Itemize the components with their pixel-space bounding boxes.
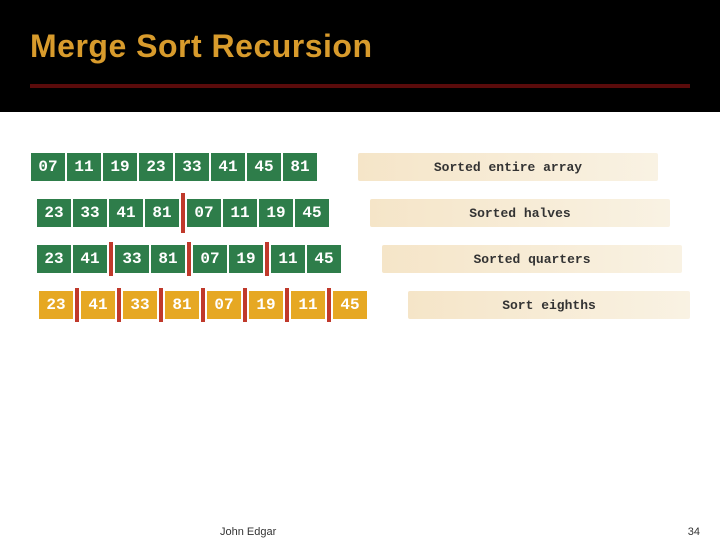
cell: 33 — [174, 152, 210, 182]
cell: 33 — [122, 290, 158, 320]
cells-row-1: 07 11 19 23 33 41 45 81 — [30, 152, 318, 182]
cell: 45 — [246, 152, 282, 182]
cell: 11 — [290, 290, 326, 320]
row-sort-eighths: 23 41 33 81 07 19 11 45 Sort eighths — [30, 290, 690, 320]
cell: 45 — [306, 244, 342, 274]
cell: 41 — [80, 290, 116, 320]
cell: 19 — [248, 290, 284, 320]
cell: 45 — [332, 290, 368, 320]
cell: 41 — [72, 244, 108, 274]
cell: 33 — [114, 244, 150, 274]
cell: 81 — [150, 244, 186, 274]
cell: 19 — [228, 244, 264, 274]
cell: 07 — [186, 198, 222, 228]
row-label: Sort eighths — [408, 291, 690, 319]
cell: 11 — [270, 244, 306, 274]
page-number: 34 — [688, 526, 700, 538]
cell: 33 — [72, 198, 108, 228]
diagram-content: 07 11 19 23 33 41 45 81 Sorted entire ar… — [0, 112, 720, 320]
cells-row-3: 23 41 33 81 07 19 11 45 — [36, 242, 342, 276]
cell: 19 — [258, 198, 294, 228]
row-label: Sorted entire array — [358, 153, 658, 181]
cells-row-4: 23 41 33 81 07 19 11 45 — [38, 288, 368, 322]
cell: 23 — [36, 244, 72, 274]
row-sorted-quarters: 23 41 33 81 07 19 11 45 Sorted quarters — [30, 244, 690, 274]
cell: 45 — [294, 198, 330, 228]
title-bar: Merge Sort Recursion — [0, 0, 720, 112]
cell: 19 — [102, 152, 138, 182]
cells-row-2: 23 33 41 81 07 11 19 45 — [36, 193, 330, 233]
cell: 81 — [144, 198, 180, 228]
row-label: Sorted quarters — [382, 245, 682, 273]
row-sorted-array: 07 11 19 23 33 41 45 81 Sorted entire ar… — [30, 152, 690, 182]
cell: 11 — [66, 152, 102, 182]
cell: 11 — [222, 198, 258, 228]
row-sorted-halves: 23 33 41 81 07 11 19 45 Sorted halves — [30, 198, 690, 228]
cell: 23 — [138, 152, 174, 182]
title-underline — [30, 84, 690, 88]
cell: 07 — [30, 152, 66, 182]
page-title: Merge Sort Recursion — [30, 28, 720, 65]
cell: 07 — [192, 244, 228, 274]
cell: 07 — [206, 290, 242, 320]
cell: 23 — [38, 290, 74, 320]
cell: 81 — [282, 152, 318, 182]
cell: 81 — [164, 290, 200, 320]
cell: 41 — [108, 198, 144, 228]
row-label: Sorted halves — [370, 199, 670, 227]
cell: 23 — [36, 198, 72, 228]
cell: 41 — [210, 152, 246, 182]
author-label: John Edgar — [220, 526, 276, 538]
